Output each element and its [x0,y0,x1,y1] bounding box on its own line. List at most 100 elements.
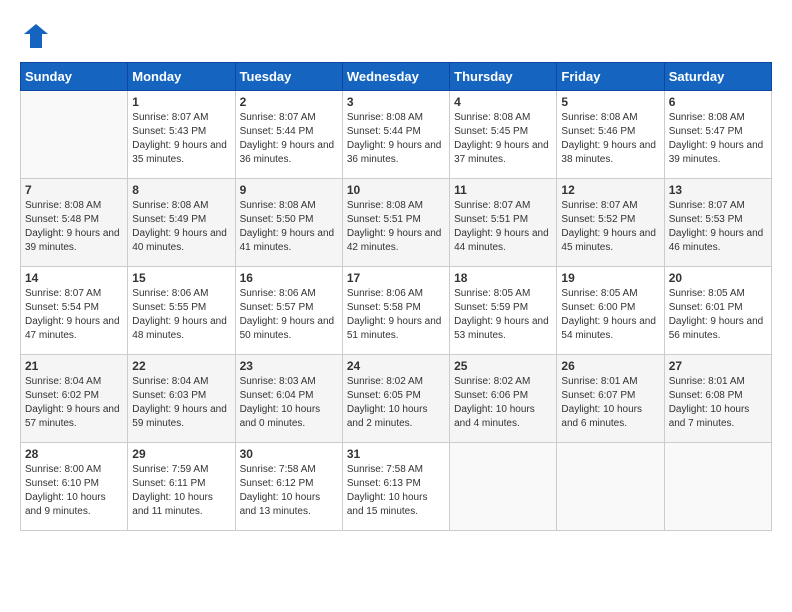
day-info: Sunrise: 8:01 AMSunset: 6:07 PMDaylight:… [561,375,659,431]
day-info: Sunrise: 8:06 AMSunset: 5:57 PMDaylight:… [240,287,338,343]
day-number: 3 [347,95,445,109]
calendar-cell: 12Sunrise: 8:07 AMSunset: 5:52 PMDayligh… [557,179,664,267]
calendar-cell: 14 Sunrise: 8:07 AMSunset: 5:54 PMDayligh… [21,267,128,355]
calendar-cell: 23Sunrise: 8:03 AMSunset: 6:04 PMDayligh… [235,355,342,443]
day-info: Sunrise: 8:02 AMSunset: 6:06 PMDaylight:… [454,375,552,431]
day-number: 15 [132,271,230,285]
logo [20,20,56,52]
calendar-cell: 11Sunrise: 8:07 AMSunset: 5:51 PMDayligh… [450,179,557,267]
calendar-week-row: 7 Sunrise: 8:08 AMSunset: 5:48 PMDaylight… [21,179,772,267]
day-info: Sunrise: 8:06 AMSunset: 5:58 PMDaylight:… [347,287,445,343]
day-number: 24 [347,359,445,373]
day-info: Sunrise: 8:08 AMSunset: 5:47 PMDaylight:… [669,111,767,167]
calendar-cell: 29 Sunrise: 7:59 AMSunset: 6:11 PMDayligh… [128,443,235,531]
day-number: 10 [347,183,445,197]
day-info: Sunrise: 7:59 AMSunset: 6:11 PMDaylight:… [132,463,230,519]
day-info: Sunrise: 8:05 AMSunset: 5:59 PMDaylight:… [454,287,552,343]
weekday-header: Sunday [21,63,128,91]
calendar-cell: 18 Sunrise: 8:05 AMSunset: 5:59 PMDayligh… [450,267,557,355]
calendar-cell: 22Sunrise: 8:04 AMSunset: 6:03 PMDayligh… [128,355,235,443]
day-number: 30 [240,447,338,461]
day-number: 17 [347,271,445,285]
calendar-cell: 24 Sunrise: 8:02 AMSunset: 6:05 PMDayligh… [342,355,449,443]
logo-icon [20,20,52,52]
day-info: Sunrise: 8:08 AMSunset: 5:46 PMDaylight:… [561,111,659,167]
calendar-cell: 17 Sunrise: 8:06 AMSunset: 5:58 PMDayligh… [342,267,449,355]
calendar-cell: 7 Sunrise: 8:08 AMSunset: 5:48 PMDaylight… [21,179,128,267]
day-number: 11 [454,183,552,197]
day-info: Sunrise: 8:08 AMSunset: 5:49 PMDaylight:… [132,199,230,255]
day-info: Sunrise: 8:00 AMSunset: 6:10 PMDaylight:… [25,463,123,519]
calendar-cell: 9 Sunrise: 8:08 AMSunset: 5:50 PMDaylight… [235,179,342,267]
calendar-cell: 3 Sunrise: 8:08 AMSunset: 5:44 PMDaylight… [342,91,449,179]
day-number: 9 [240,183,338,197]
calendar-cell: 1 Sunrise: 8:07 AMSunset: 5:43 PMDaylight… [128,91,235,179]
calendar-cell: 15 Sunrise: 8:06 AMSunset: 5:55 PMDayligh… [128,267,235,355]
day-info: Sunrise: 8:06 AMSunset: 5:55 PMDaylight:… [132,287,230,343]
day-info: Sunrise: 8:04 AMSunset: 6:03 PMDaylight:… [132,375,230,431]
weekday-header-row: SundayMondayTuesdayWednesdayThursdayFrid… [21,63,772,91]
calendar-week-row: 14 Sunrise: 8:07 AMSunset: 5:54 PMDayligh… [21,267,772,355]
day-number: 14 [25,271,123,285]
calendar-cell: 4 Sunrise: 8:08 AMSunset: 5:45 PMDaylight… [450,91,557,179]
day-info: Sunrise: 8:07 AMSunset: 5:44 PMDaylight:… [240,111,338,167]
calendar-table: SundayMondayTuesdayWednesdayThursdayFrid… [20,62,772,531]
day-info: Sunrise: 8:05 AMSunset: 6:00 PMDaylight:… [561,287,659,343]
day-info: Sunrise: 8:08 AMSunset: 5:44 PMDaylight:… [347,111,445,167]
day-number: 18 [454,271,552,285]
calendar-cell: 8 Sunrise: 8:08 AMSunset: 5:49 PMDaylight… [128,179,235,267]
weekday-header: Wednesday [342,63,449,91]
day-info: Sunrise: 7:58 AMSunset: 6:12 PMDaylight:… [240,463,338,519]
day-info: Sunrise: 8:07 AMSunset: 5:53 PMDaylight:… [669,199,767,255]
calendar-cell: 25 Sunrise: 8:02 AMSunset: 6:06 PMDayligh… [450,355,557,443]
calendar-week-row: 1 Sunrise: 8:07 AMSunset: 5:43 PMDaylight… [21,91,772,179]
day-number: 1 [132,95,230,109]
calendar-week-row: 28 Sunrise: 8:00 AMSunset: 6:10 PMDayligh… [21,443,772,531]
weekday-header: Saturday [664,63,771,91]
day-info: Sunrise: 8:07 AMSunset: 5:43 PMDaylight:… [132,111,230,167]
day-number: 28 [25,447,123,461]
day-info: Sunrise: 8:05 AMSunset: 6:01 PMDaylight:… [669,287,767,343]
day-number: 23 [240,359,338,373]
day-info: Sunrise: 8:01 AMSunset: 6:08 PMDaylight:… [669,375,767,431]
calendar-cell: 28 Sunrise: 8:00 AMSunset: 6:10 PMDayligh… [21,443,128,531]
calendar-cell [21,91,128,179]
calendar-cell: 26 Sunrise: 8:01 AMSunset: 6:07 PMDayligh… [557,355,664,443]
calendar-cell [450,443,557,531]
calendar-cell: 16 Sunrise: 8:06 AMSunset: 5:57 PMDayligh… [235,267,342,355]
day-number: 25 [454,359,552,373]
day-info: Sunrise: 8:07 AMSunset: 5:54 PMDaylight:… [25,287,123,343]
day-number: 7 [25,183,123,197]
calendar-cell: 27 Sunrise: 8:01 AMSunset: 6:08 PMDayligh… [664,355,771,443]
day-info: Sunrise: 8:08 AMSunset: 5:45 PMDaylight:… [454,111,552,167]
day-number: 13 [669,183,767,197]
calendar-cell: 6 Sunrise: 8:08 AMSunset: 5:47 PMDaylight… [664,91,771,179]
weekday-header: Monday [128,63,235,91]
calendar-cell: 19 Sunrise: 8:05 AMSunset: 6:00 PMDayligh… [557,267,664,355]
day-info: Sunrise: 8:08 AMSunset: 5:50 PMDaylight:… [240,199,338,255]
day-number: 4 [454,95,552,109]
day-number: 16 [240,271,338,285]
day-number: 29 [132,447,230,461]
day-info: Sunrise: 8:08 AMSunset: 5:48 PMDaylight:… [25,199,123,255]
calendar-cell: 20 Sunrise: 8:05 AMSunset: 6:01 PMDayligh… [664,267,771,355]
day-number: 8 [132,183,230,197]
calendar-cell: 21 Sunrise: 8:04 AMSunset: 6:02 PMDayligh… [21,355,128,443]
page-header [20,20,772,52]
day-number: 21 [25,359,123,373]
day-number: 6 [669,95,767,109]
day-info: Sunrise: 8:07 AMSunset: 5:52 PMDaylight:… [561,199,659,255]
day-number: 26 [561,359,659,373]
weekday-header: Tuesday [235,63,342,91]
day-info: Sunrise: 7:58 AMSunset: 6:13 PMDaylight:… [347,463,445,519]
calendar-cell: 2Sunrise: 8:07 AMSunset: 5:44 PMDaylight… [235,91,342,179]
calendar-cell [664,443,771,531]
calendar-cell: 13 Sunrise: 8:07 AMSunset: 5:53 PMDayligh… [664,179,771,267]
calendar-week-row: 21 Sunrise: 8:04 AMSunset: 6:02 PMDayligh… [21,355,772,443]
day-number: 27 [669,359,767,373]
day-info: Sunrise: 8:02 AMSunset: 6:05 PMDaylight:… [347,375,445,431]
day-number: 19 [561,271,659,285]
day-info: Sunrise: 8:04 AMSunset: 6:02 PMDaylight:… [25,375,123,431]
day-number: 20 [669,271,767,285]
day-info: Sunrise: 8:08 AMSunset: 5:51 PMDaylight:… [347,199,445,255]
